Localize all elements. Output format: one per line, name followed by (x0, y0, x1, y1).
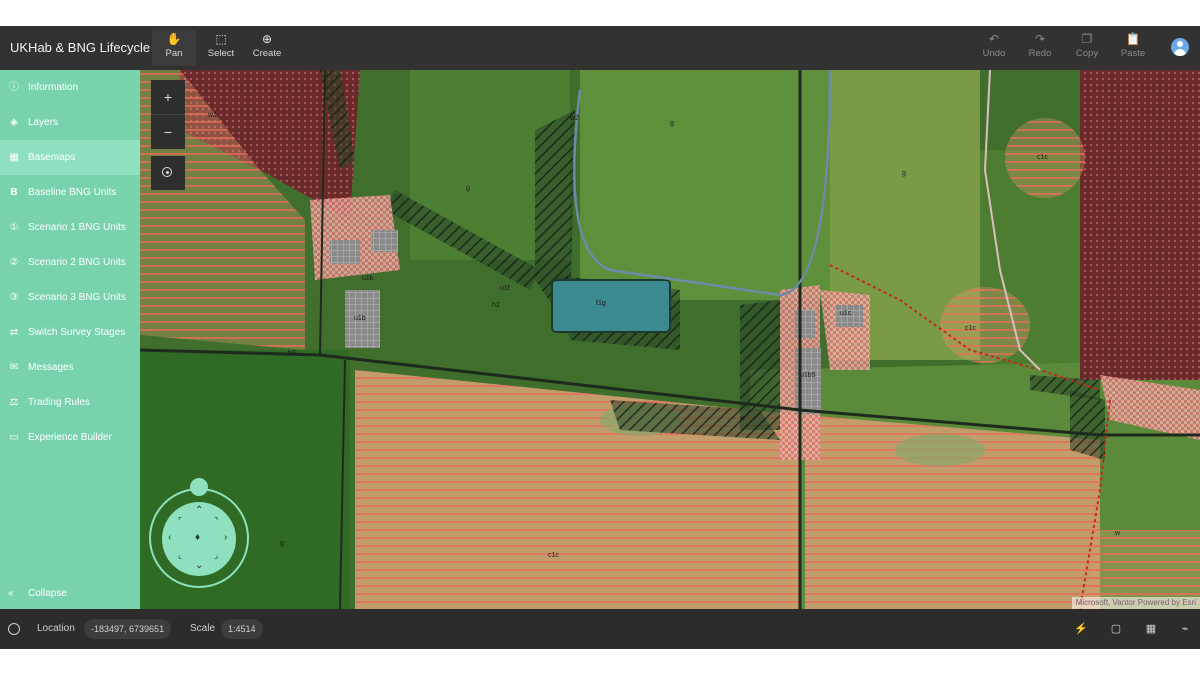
messages-icon: ✉ (9, 362, 19, 373)
map-label-h2: h2 (492, 302, 500, 309)
corner-bracket-icon: ⌞ (178, 550, 183, 560)
select-box-icon: ⬚ (215, 32, 227, 46)
zoom-in-button[interactable]: + (151, 80, 185, 114)
tooltip-toggle-icon[interactable]: ⌁ (1177, 621, 1193, 637)
scale-value: 1:4514 (221, 619, 263, 639)
pan-button[interactable]: ✋ Pan (152, 30, 196, 66)
redo-button[interactable]: ↷ Redo (1018, 30, 1062, 66)
collapse-button[interactable]: « Collapse (0, 579, 140, 609)
corner-bracket-icon: ⌜ (178, 516, 183, 526)
corner-bracket-icon: ⌝ (214, 516, 219, 526)
map-label-f1g: f1g (596, 300, 606, 307)
sidebar-item-scenario-1[interactable]: ① Scenario 1 BNG Units (0, 210, 140, 245)
scenario-1-icon: ① (9, 222, 19, 233)
map-label-w2: w2 (570, 115, 579, 122)
sidebar: ⓘ Information ◈ Layers ▦ Basemaps B Base… (0, 70, 140, 609)
map-label-w1: w1 (208, 112, 217, 119)
sidebar-item-scenario-3[interactable]: ③ Scenario 3 BNG Units (0, 280, 140, 315)
scenario-3-icon: ③ (9, 292, 19, 303)
chevron-right-icon[interactable]: › (224, 532, 227, 543)
sidebar-item-layers[interactable]: ◈ Layers (0, 105, 140, 140)
copy-icon: ❐ (1081, 32, 1093, 46)
map-label-g: g (902, 170, 906, 177)
compass-icon (8, 623, 20, 635)
corner-bracket-icon: ⌟ (214, 550, 219, 560)
monitor-icon: ▭ (9, 432, 19, 443)
info-icon: ⓘ (9, 82, 19, 93)
copy-button[interactable]: ❐ Copy (1065, 30, 1109, 66)
basemap-grid-icon: ▦ (9, 152, 19, 163)
map-label-c1c: c1c (965, 325, 976, 332)
map-label-c1c: c1c (1037, 154, 1048, 161)
app-title: UKHab & BNG Lifecycle (10, 40, 151, 55)
map-label-g: g (466, 185, 470, 192)
location-value: -183497, 6739651 (84, 619, 172, 639)
app-window: UKHab & BNG Lifecycle ✋ Pan ⬚ Select ⊕ C… (0, 26, 1200, 649)
sketch-settings-icon[interactable]: ▢ (1108, 621, 1124, 637)
paste-button[interactable]: 📋 Paste (1111, 30, 1155, 66)
map-label-u1c: u1c (840, 310, 852, 317)
scale-label: Scale (190, 623, 216, 634)
map-label-g: g (670, 120, 674, 127)
switch-arrows-icon: ⇄ (9, 327, 19, 338)
map-attribution: Microsoft, Vantor Powered by Esri (1071, 597, 1200, 609)
create-plus-icon: ⊕ (261, 32, 273, 46)
map-label-u1k: u1k (362, 275, 374, 282)
snapping-toggle-icon[interactable]: ⚡ (1073, 621, 1089, 637)
sidebar-item-trading-rules[interactable]: ⚖ Trading Rules (0, 385, 140, 420)
redo-icon: ↷ (1034, 32, 1046, 46)
locate-button[interactable] (151, 156, 185, 190)
zoom-out-button[interactable]: − (151, 114, 185, 149)
chevron-down-icon[interactable]: ⌄ (195, 560, 203, 571)
top-toolbar: UKHab & BNG Lifecycle ✋ Pan ⬚ Select ⊕ C… (0, 26, 1200, 70)
sidebar-item-experience-builder[interactable]: ▭ Experience Builder (0, 420, 140, 455)
map-canvas (140, 70, 1200, 609)
status-bar: Location -183497, 6739651 Scale 1:4514 ⚡… (0, 609, 1200, 649)
location-label: Location (37, 623, 75, 634)
select-button[interactable]: ⬚ Select (199, 30, 243, 66)
chevrons-left-icon: « (8, 588, 14, 599)
map-label-c1c: c1c (548, 552, 559, 559)
zoom-controls: + − (151, 80, 185, 149)
pan-hand-icon: ✋ (166, 32, 182, 46)
layers-icon: ◈ (10, 117, 18, 128)
sidebar-item-scenario-2[interactable]: ② Scenario 2 BNG Units (0, 245, 140, 280)
paste-icon: 📋 (1125, 32, 1141, 46)
map-label-w: w (1115, 530, 1121, 537)
pan-navigation-pad[interactable]: ⌃ ⌄ ‹ › ♦ ⌜ ⌝ ⌞ ⌟ (162, 502, 236, 576)
map-label-h3: h3 (288, 350, 296, 357)
sidebar-item-information[interactable]: ⓘ Information (0, 70, 140, 105)
scenario-2-icon: ② (9, 257, 19, 268)
map-label-u1f: u1f (500, 285, 510, 292)
map-label-u1b5: u1b5 (800, 372, 816, 379)
compass-needle-icon: ♦ (195, 532, 201, 543)
user-avatar[interactable] (1171, 38, 1189, 56)
map-label-w: w (740, 415, 746, 422)
sidebar-item-switch-survey-stages[interactable]: ⇄ Switch Survey Stages (0, 315, 140, 350)
map-label-u1b: u1b (354, 315, 366, 322)
chevron-left-icon[interactable]: ‹ (168, 532, 171, 543)
sidebar-item-basemaps[interactable]: ▦ Basemaps (0, 140, 140, 175)
undo-button[interactable]: ↶ Undo (972, 30, 1016, 66)
map-label-g: g (280, 540, 284, 547)
b-letter-icon: B (10, 187, 18, 198)
sidebar-item-baseline-bng-units[interactable]: B Baseline BNG Units (0, 175, 140, 210)
chevron-up-icon[interactable]: ⌃ (195, 505, 203, 516)
undo-icon: ↶ (988, 32, 1000, 46)
rotation-handle[interactable] (190, 478, 208, 496)
map-view[interactable]: c1c c1c c1c f1g u1b u1b5 u1k u1c w1 w2 h… (140, 70, 1200, 609)
create-button[interactable]: ⊕ Create (245, 30, 289, 66)
sidebar-item-messages[interactable]: ✉ Messages (0, 350, 140, 385)
trading-rules-icon: ⚖ (9, 397, 19, 408)
grid-toggle-icon[interactable]: ▦ (1143, 621, 1159, 637)
